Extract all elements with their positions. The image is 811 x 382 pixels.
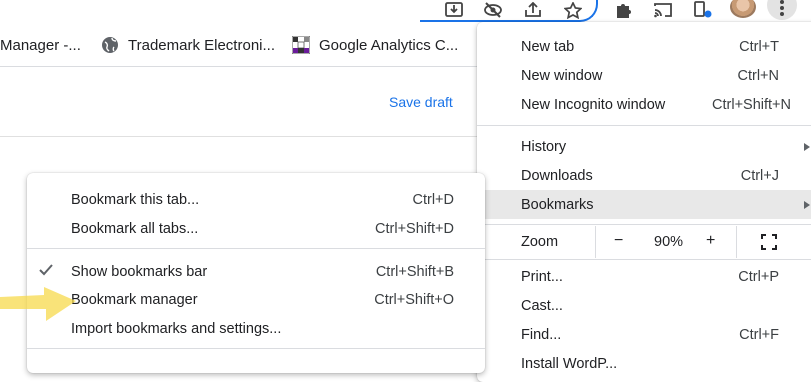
- zoom-controls: − 90% +: [595, 226, 737, 258]
- submenu-item-show-bookmarks-bar[interactable]: Show bookmarks bar Ctrl+Shift+B: [27, 257, 485, 286]
- avatar[interactable]: [730, 0, 756, 18]
- menu-item-new-window[interactable]: New window Ctrl+N: [477, 61, 811, 90]
- menu-item-print[interactable]: Print... Ctrl+P: [477, 262, 811, 291]
- bookmark-label: Manager -...: [0, 36, 81, 54]
- chrome-main-menu: New tab Ctrl+T New window Ctrl+N New Inc…: [477, 22, 811, 382]
- bookmarks-submenu: Bookmark this tab... Ctrl+D Bookmark all…: [27, 173, 485, 373]
- menu-item-install[interactable]: Install WordP...: [477, 349, 811, 378]
- menu-item-new-tab[interactable]: New tab Ctrl+T: [477, 32, 811, 61]
- menu-separator: [477, 125, 811, 126]
- menu-item-find[interactable]: Find... Ctrl+F: [477, 320, 811, 349]
- submenu-item-import[interactable]: Import bookmarks and settings...: [27, 314, 485, 343]
- fullscreen-icon[interactable]: [761, 234, 777, 250]
- submenu-item-bookmark-all-tabs[interactable]: Bookmark all tabs... Ctrl+Shift+D: [27, 214, 485, 243]
- bookmark-item[interactable]: Trademark Electroni...: [101, 34, 275, 56]
- menu-separator: [27, 348, 485, 349]
- menu-item-bookmarks[interactable]: Bookmarks: [477, 190, 811, 219]
- menu-separator: [477, 224, 811, 225]
- annotation-arrow: [0, 287, 76, 321]
- eye-off-icon[interactable]: [482, 0, 504, 20]
- save-draft-link[interactable]: Save draft: [389, 94, 453, 110]
- menu-item-downloads[interactable]: Downloads Ctrl+J: [477, 161, 811, 190]
- puzzle-icon[interactable]: [613, 0, 635, 20]
- check-icon: [39, 264, 53, 276]
- share-icon[interactable]: [522, 0, 544, 20]
- zoom-out-button[interactable]: −: [614, 232, 623, 250]
- zoom-label: Zoom: [521, 234, 559, 250]
- zoom-value: 90%: [654, 234, 684, 250]
- divider: [0, 136, 480, 137]
- bookmark-label: Google Analytics C...: [319, 36, 459, 54]
- submenu-item-bookmark-tab[interactable]: Bookmark this tab... Ctrl+D: [27, 185, 485, 214]
- device-icon[interactable]: [692, 0, 714, 20]
- bookmark-item[interactable]: Google Analytics C...: [292, 34, 458, 56]
- menu-item-history[interactable]: History: [477, 132, 811, 161]
- menu-separator: [477, 259, 811, 260]
- browser-toolbar: [0, 0, 811, 22]
- submenu-arrow-icon: [804, 142, 810, 151]
- zoom-row: Zoom − 90% +: [477, 226, 811, 258]
- menu-separator: [27, 248, 485, 249]
- grid-favicon-icon: [292, 36, 310, 54]
- bookmark-label: Trademark Electroni...: [128, 36, 275, 54]
- globe-icon: [102, 37, 118, 53]
- cast-icon[interactable]: [652, 0, 674, 20]
- star-icon[interactable]: [562, 0, 584, 20]
- zoom-in-button[interactable]: +: [706, 232, 715, 250]
- kebab-menu-icon[interactable]: [767, 0, 797, 20]
- menu-item-new-incognito[interactable]: New Incognito window Ctrl+Shift+N: [477, 90, 811, 119]
- menu-item-cast[interactable]: Cast...: [477, 291, 811, 320]
- download-icon[interactable]: [443, 0, 465, 20]
- submenu-arrow-icon: [804, 200, 810, 209]
- submenu-item-bookmark-manager[interactable]: Bookmark manager Ctrl+Shift+O: [27, 285, 485, 314]
- bookmark-item[interactable]: Manager -...: [0, 34, 81, 56]
